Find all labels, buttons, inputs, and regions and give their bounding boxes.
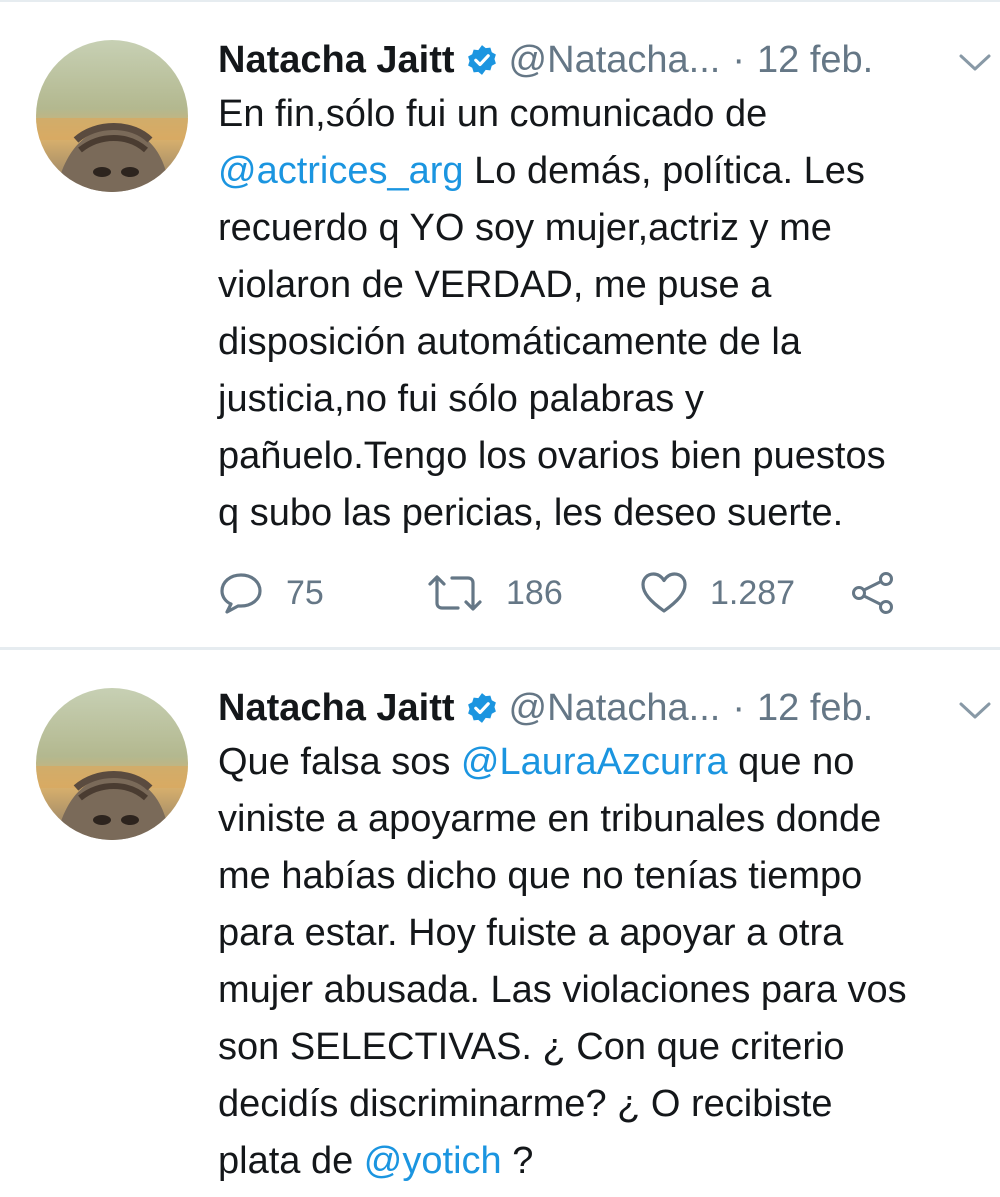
reply-button[interactable]: 75 (218, 568, 324, 618)
tweet-text-line: recuerdo q YO soy mujer,actriz y me (218, 200, 988, 257)
tweet-text-line: mujer abusada. Las violaciones para vos (218, 962, 988, 1019)
tweet-text-run: plata de (218, 1140, 364, 1182)
tweet-text: En fin,sólo fui un comunicado de @actrice… (218, 86, 988, 542)
tweet-date[interactable]: 12 feb. (757, 39, 873, 82)
tweet-text-run: En fin,sólo fui un comunicado de (218, 93, 768, 135)
tweet-text-run: viniste a apoyarme en tribunales donde (218, 798, 882, 840)
author-handle[interactable]: @Natacha... (509, 39, 721, 82)
mention-link[interactable]: @actrices_arg (218, 150, 464, 192)
mention-link[interactable]: @yotich (364, 1140, 502, 1182)
tweet-text-line: justicia,no fui sólo palabras y (218, 371, 988, 428)
mention-link[interactable]: @LauraAzcurra (461, 741, 728, 783)
separator-dot: · (732, 38, 745, 81)
verified-badge-icon (465, 43, 499, 77)
author-name[interactable]: Natacha Jaitt (218, 687, 455, 730)
share-button[interactable] (850, 568, 896, 618)
like-button[interactable]: 1.287 (640, 568, 795, 618)
tweet-text-run: disposición automáticamente de la (218, 321, 802, 363)
tweet-actions: 75 186 1.287 (218, 568, 918, 618)
avatar[interactable] (36, 40, 188, 192)
tweet-text-line: son SELECTIVAS. ¿ Con que criterio (218, 1019, 988, 1076)
tweet-header: Natacha Jaitt @Natacha... · 12 feb. (218, 686, 873, 730)
retweet-icon (428, 575, 482, 611)
tweet-text-line: violaron de VERDAD, me puse a (218, 257, 988, 314)
tweet-text-run: Lo demás, política. Les (463, 150, 865, 192)
tweet-text-run: mujer abusada. Las violaciones para vos (218, 969, 907, 1011)
tweet-text-line: viniste a apoyarme en tribunales donde (218, 791, 988, 848)
reply-count: 75 (286, 573, 324, 612)
tweet-text-run: para estar. Hoy fuiste a apoyar a otra (218, 912, 844, 954)
like-count: 1.287 (710, 573, 796, 612)
tweet-text-run: justicia,no fui sólo palabras y (218, 378, 704, 420)
tweet-text-run: ? (501, 1140, 534, 1182)
tweet-text-line: Que falsa sos @LauraAzcurra que no (218, 734, 988, 791)
author-name[interactable]: Natacha Jaitt (218, 39, 455, 82)
tweet-text-line: pañuelo.Tengo los ovarios bien puestos (218, 428, 988, 485)
tweet[interactable]: Natacha Jaitt @Natacha... · 12 feb. En f… (0, 0, 1000, 648)
tweet-text-run: Que falsa sos (218, 741, 461, 783)
share-icon (852, 572, 893, 614)
chevron-down-icon[interactable] (958, 52, 992, 74)
tweet-text-run: son SELECTIVAS. ¿ Con que criterio (218, 1026, 845, 1068)
tweet-text-line: me habías dicho que no tenías tiempo (218, 848, 988, 905)
retweet-count: 186 (506, 573, 563, 612)
tweet-text-line: @actrices_arg Lo demás, política. Les (218, 143, 988, 200)
verified-badge-icon (465, 691, 499, 725)
reply-icon (220, 573, 262, 614)
tweet-text: Que falsa sos @LauraAzcurra que no vinist… (218, 734, 988, 1190)
tweet-text-line: para estar. Hoy fuiste a apoyar a otra (218, 905, 988, 962)
retweet-button[interactable]: 186 (426, 568, 563, 618)
tweet-text-run: recuerdo q YO soy mujer,actriz y me (218, 207, 832, 249)
tweet-header: Natacha Jaitt @Natacha... · 12 feb. (218, 38, 873, 82)
tweet-text-run: decidís discriminarme? ¿ O recibiste (218, 1083, 833, 1125)
tweet-text-run: violaron de VERDAD, me puse a (218, 264, 772, 306)
heart-icon (641, 572, 687, 613)
tweet[interactable]: Natacha Jaitt @Natacha... · 12 feb. Que … (0, 650, 1000, 1197)
tweet-text-run: que no (727, 741, 855, 783)
tweet-text-line: q subo las pericias, les deseo suerte. (218, 485, 988, 542)
tweet-text-run: q subo las pericias, les deseo suerte. (218, 492, 844, 534)
tweet-text-run: me habías dicho que no tenías tiempo (218, 855, 863, 897)
avatar[interactable] (36, 688, 188, 840)
tweet-text-run: pañuelo.Tengo los ovarios bien puestos (218, 435, 886, 477)
tweet-text-line: plata de @yotich ? (218, 1133, 988, 1190)
tweet-text-line: En fin,sólo fui un comunicado de (218, 86, 988, 143)
separator-dot: · (732, 686, 745, 729)
chevron-down-icon[interactable] (958, 700, 992, 722)
tweet-text-line: decidís discriminarme? ¿ O recibiste (218, 1076, 988, 1133)
tweet-date[interactable]: 12 feb. (757, 687, 873, 730)
tweet-text-line: disposición automáticamente de la (218, 314, 988, 371)
author-handle[interactable]: @Natacha... (509, 687, 721, 730)
